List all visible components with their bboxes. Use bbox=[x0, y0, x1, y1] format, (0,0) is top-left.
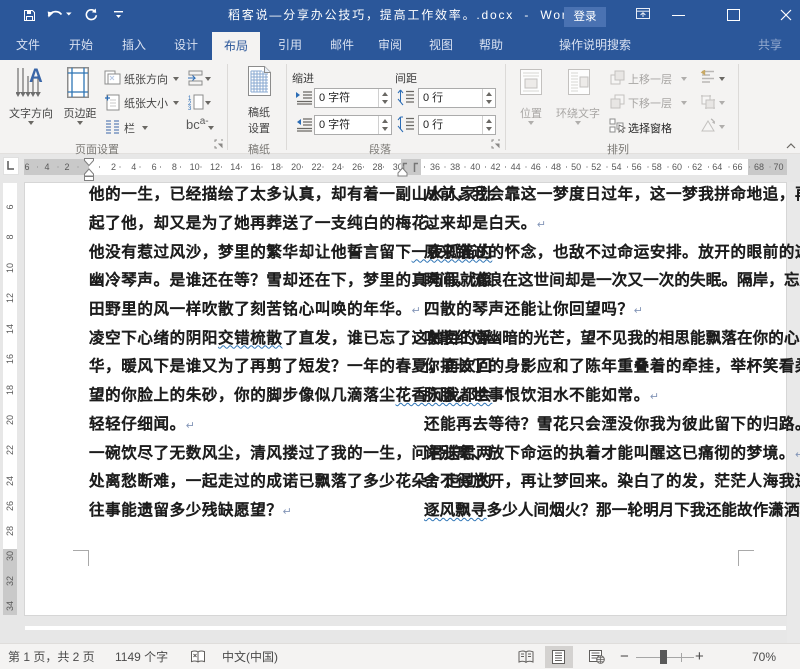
svg-text:A: A bbox=[29, 66, 43, 87]
svg-text:3: 3 bbox=[188, 106, 192, 111]
